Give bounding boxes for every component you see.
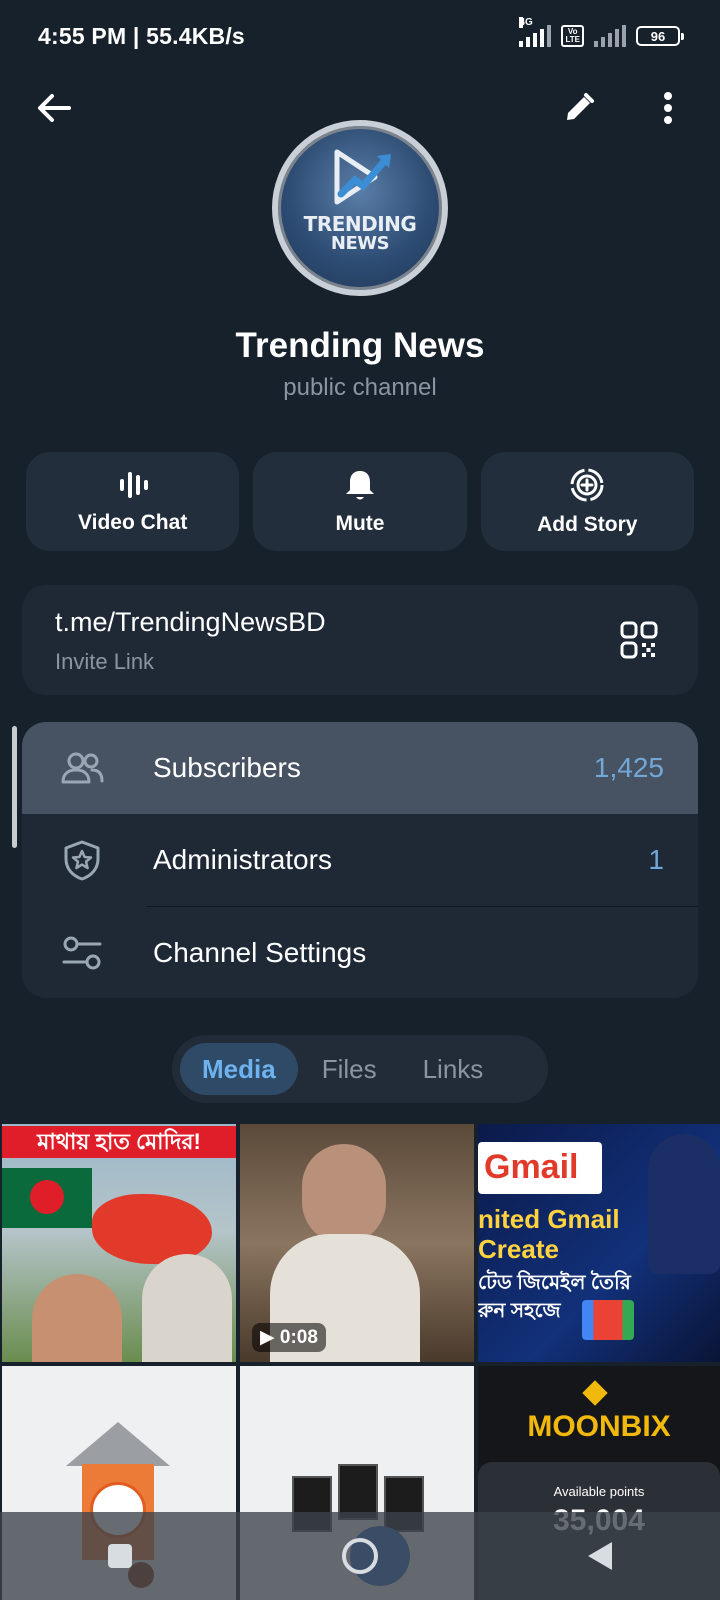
subscribers-label: Subscribers [153,752,301,783]
gmail-wordmark: Gmail [484,1148,579,1186]
media-thumbnail[interactable]: ▶ 0:08 [240,1124,474,1362]
person-right [142,1254,232,1362]
administrators-label: Administrators [153,844,332,875]
sliders-icon [60,931,104,975]
status-icons: 4G Vo LTE 96 [519,17,684,47]
more-options-button[interactable] [640,80,696,136]
gmail-m-icon [582,1300,634,1340]
menu-item-subscribers[interactable]: Subscribers 1,425 [22,722,698,814]
add-story-button[interactable]: Add Story [480,452,694,551]
add-story-icon [570,468,604,501]
person [302,1144,386,1244]
system-navigation-bar [0,1512,720,1600]
avatar-text-line2: NEWS [330,233,390,254]
back-button[interactable] [26,80,82,136]
media-thumbnail[interactable]: মাথায় হাত মোদির! [2,1124,236,1362]
voice-chat-icon [119,471,148,498]
avatar-text-line1: TRENDING [303,212,417,236]
invite-link-url[interactable]: t.me/TrendingNewsBD [55,607,326,638]
media-tabs: Media Files Links [172,1035,548,1103]
map-shape [92,1194,212,1264]
home-button[interactable] [330,1526,390,1586]
back-nav-button[interactable] [570,1526,630,1586]
menu-item-administrators[interactable]: Administrators 1 [22,814,698,906]
home-circle-icon [342,1538,378,1574]
thumbnail-text-4: রুন সহজে [478,1300,561,1322]
moonbix-logo-icon [582,1380,608,1406]
video-chat-button[interactable]: Video Chat [26,452,240,551]
more-vertical-icon [664,92,672,124]
channel-title: Trending News [235,326,485,365]
edit-button[interactable] [551,80,607,136]
network-tag: 4G [519,17,533,28]
subscribers-count: 1,425 [593,752,664,783]
media-thumbnail[interactable]: Gmail nited Gmail Create টেড জিমেইল তৈরি… [478,1124,720,1362]
channel-subtitle: public channel [283,374,437,401]
tab-files[interactable]: Files [300,1043,399,1095]
shield-star-icon [60,838,104,882]
video-duration-badge: ▶ 0:08 [252,1323,326,1352]
cuckoo-roof [66,1422,170,1466]
status-bar: 4:55 PM | 55.4KB/s 4G Vo LTE 96 [0,0,720,72]
signal-icon [594,25,626,47]
qr-code-icon [620,621,658,659]
qr-code-button[interactable] [616,617,662,663]
battery-icon: 96 [636,26,684,46]
back-triangle-icon [588,1542,612,1570]
recents-button[interactable] [90,1526,150,1586]
channel-settings-label: Channel Settings [153,937,367,968]
menu-item-channel-settings[interactable]: Channel Settings [22,907,698,998]
points-label: Available points [553,1484,645,1499]
signal-4g-icon: 4G [519,17,552,47]
thumbnail-banner: মাথায় হাত মোদির! [2,1126,236,1158]
invite-link-caption: Invite Link [55,649,155,674]
mute-button[interactable]: Mute [253,452,467,551]
moonbix-title: MOONBIX [527,1410,671,1443]
tab-links[interactable]: Links [401,1043,506,1095]
trending-logo-icon [334,149,391,205]
hooded-figure [648,1134,720,1274]
arrow-left-icon [38,94,71,122]
scroll-indicator [12,726,17,848]
volte-line2: LTE [565,35,580,44]
invite-link-card[interactable]: t.me/TrendingNewsBD Invite Link [22,585,698,695]
recents-square-icon [108,1544,132,1568]
administrators-count: 1 [648,844,664,875]
status-time-speed: 4:55 PM | 55.4KB/s [38,22,245,49]
flag-circle [30,1180,64,1214]
tab-media[interactable]: Media [180,1043,298,1095]
thumbnail-text-1: nited Gmail [478,1204,620,1234]
video-duration: 0:08 [279,1327,318,1348]
bell-icon [345,470,374,499]
mute-label: Mute [335,511,385,535]
volte-icon: Vo LTE [561,25,584,47]
channel-avatar[interactable]: TRENDING NEWS [272,120,448,296]
video-chat-label: Video Chat [78,510,188,534]
pencil-icon [567,93,594,120]
thumbnail-text-2: Create [478,1234,559,1264]
channel-info-menu: Subscribers 1,425 Administrators 1 Chann… [22,722,698,998]
action-buttons: Video Chat Mute Add Story [26,452,694,551]
users-icon [60,746,104,790]
add-story-label: Add Story [537,512,638,536]
person-left [32,1274,122,1362]
battery-level: 96 [650,28,666,44]
